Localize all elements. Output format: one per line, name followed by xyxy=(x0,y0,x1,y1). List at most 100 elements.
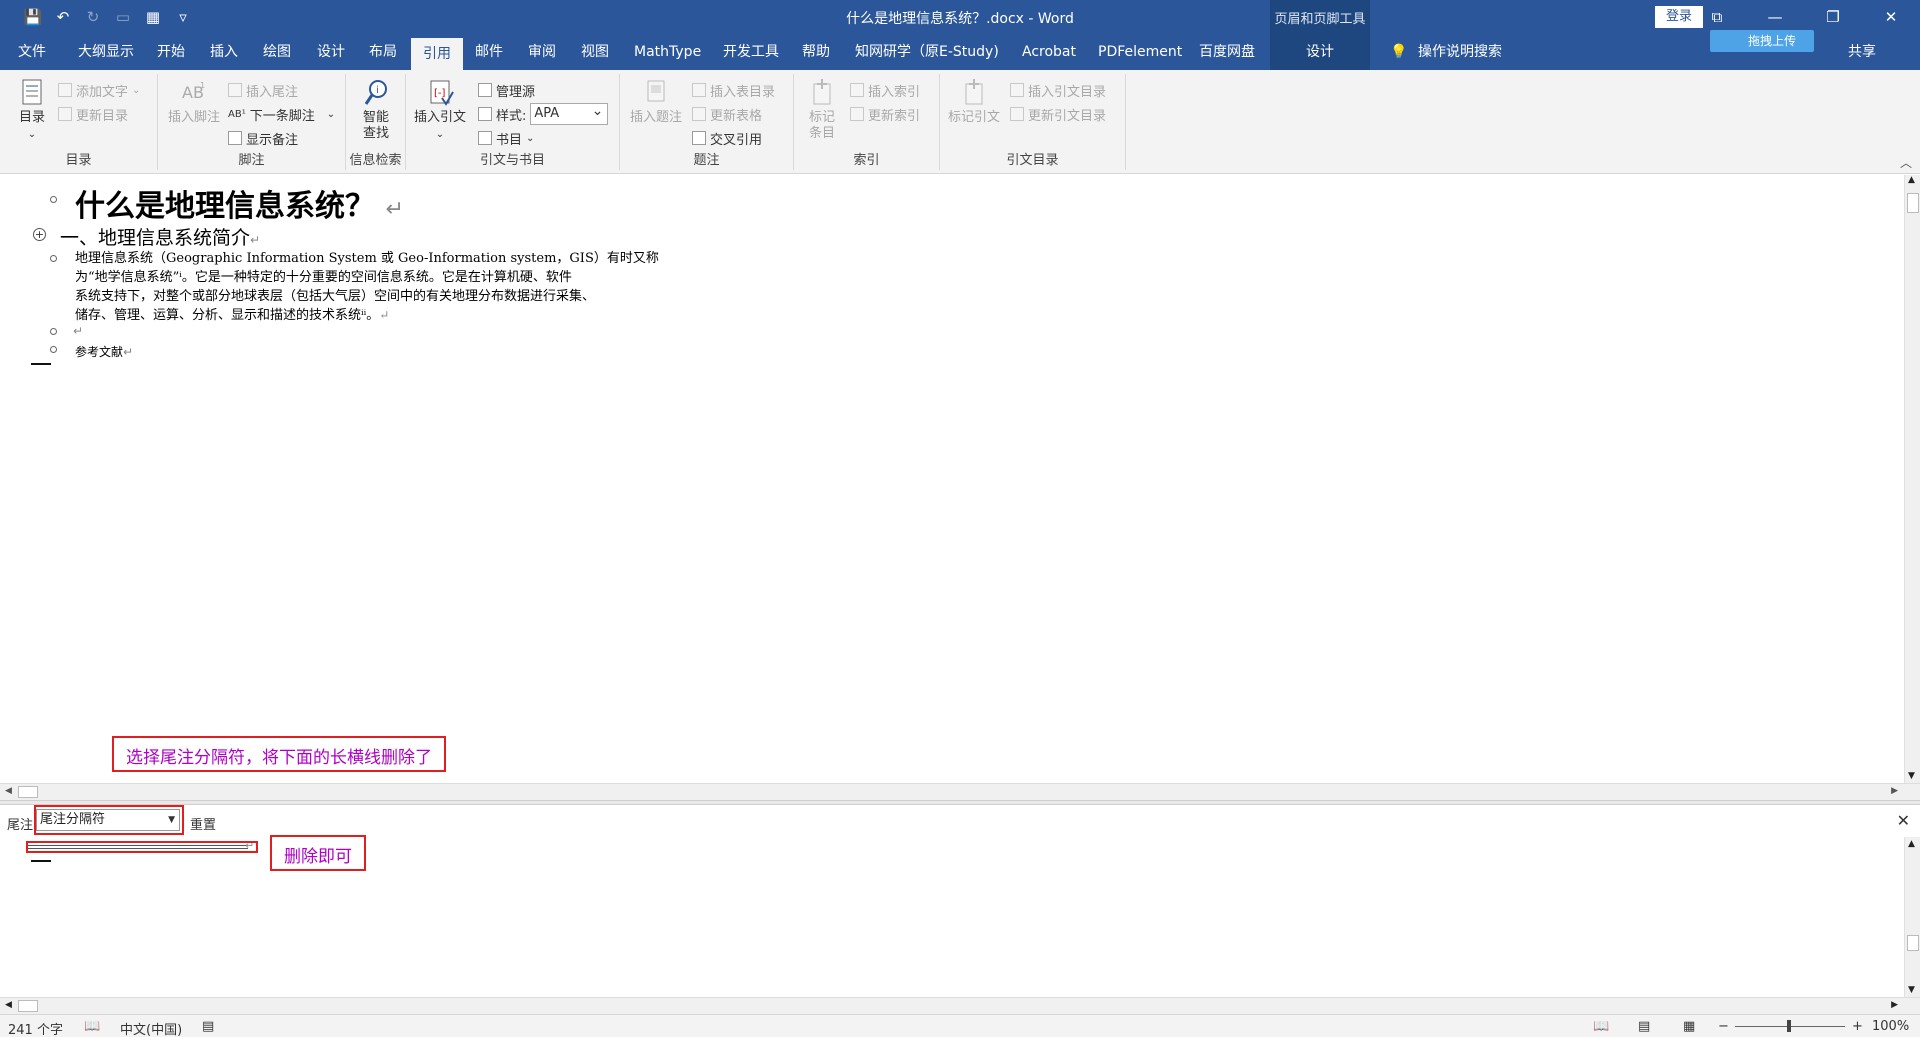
scroll-down-icon[interactable]: ▼ xyxy=(1908,771,1915,781)
group-table-of-authorities: 标记引文 插入引文目录 更新引文目录 引文目录 xyxy=(940,74,1126,170)
close-pane-button[interactable]: ✕ xyxy=(1897,811,1910,830)
insert-endnote-button[interactable]: 插入尾注 xyxy=(228,80,298,100)
group-toc: 目录 ⌄ 添加文字 ⌄ 更新目录 目录 xyxy=(0,74,158,170)
next-footnote-button[interactable]: AB¹ 下一条脚注 ⌄ xyxy=(228,104,335,124)
update-toa-button[interactable]: 更新引文目录 xyxy=(1010,104,1106,124)
tab-file[interactable]: 文件 xyxy=(18,34,46,70)
outline-bullet-icon xyxy=(50,255,57,262)
proofing-icon[interactable]: 📖 xyxy=(84,1019,100,1034)
scroll-right-icon[interactable]: ▶ xyxy=(1891,786,1898,796)
restore-button[interactable]: ❐ xyxy=(1804,0,1862,34)
reset-button[interactable]: 重置 xyxy=(190,814,216,833)
style-select[interactable]: APA xyxy=(530,101,609,125)
scroll-up-icon[interactable]: ▲ xyxy=(1908,839,1915,849)
tab-home[interactable]: 开始 xyxy=(157,34,185,70)
document-area[interactable]: 什么是地理信息系统？ ↵ + 一、地理信息系统简介↵ 地理信息系统（Geogra… xyxy=(0,175,1920,783)
tab-cnki[interactable]: 知网研学（原E-Study) xyxy=(855,34,999,70)
tab-baidu-netdisk[interactable]: 百度网盘 xyxy=(1199,34,1255,70)
document-vertical-scrollbar[interactable]: ▲ ▼ xyxy=(1904,175,1920,783)
tab-view[interactable]: 视图 xyxy=(581,34,609,70)
print-layout-icon[interactable]: ▤ xyxy=(1638,1019,1650,1034)
minimize-button[interactable]: — xyxy=(1746,0,1804,34)
scroll-thumb[interactable] xyxy=(18,1000,38,1012)
close-button[interactable]: ✕ xyxy=(1862,0,1920,34)
tab-design[interactable]: 设计 xyxy=(317,34,345,70)
share-button[interactable]: 共享 xyxy=(1848,34,1876,70)
cross-reference-icon xyxy=(692,131,706,145)
body-paragraph: 地理信息系统（Geographic Information System 或 G… xyxy=(75,251,659,323)
word-count[interactable]: 241 个字 xyxy=(8,1019,63,1037)
toc-button[interactable]: 目录 ⌄ xyxy=(12,78,52,143)
tab-help[interactable]: 帮助 xyxy=(802,34,830,70)
annotation-bottom: 删除即可 xyxy=(270,835,366,871)
tab-review[interactable]: 审阅 xyxy=(528,34,556,70)
tab-acrobat[interactable]: Acrobat xyxy=(1022,34,1076,70)
update-index-button[interactable]: 更新索引 xyxy=(850,104,920,124)
scroll-thumb[interactable] xyxy=(18,786,38,798)
show-notes-icon xyxy=(228,131,242,145)
outline-bullet-icon xyxy=(50,196,57,203)
tell-me-search[interactable]: 操作说明搜索 xyxy=(1418,34,1502,70)
macro-record-icon[interactable]: ▤ xyxy=(202,1019,214,1034)
manage-sources-button[interactable]: 管理源 xyxy=(478,80,535,100)
cross-reference-button[interactable]: 交叉引用 xyxy=(692,128,762,148)
scroll-down-icon[interactable]: ▼ xyxy=(1908,985,1915,995)
scroll-right-icon[interactable]: ▶ xyxy=(1891,1000,1898,1010)
svg-text:i: i xyxy=(376,85,379,96)
outline-expand-icon[interactable]: + xyxy=(33,228,46,241)
insert-caption-button[interactable]: 插入题注 xyxy=(630,78,682,126)
insert-footnote-button[interactable]: AB 1 插入脚注 xyxy=(166,78,222,126)
style-control: 样式: APA xyxy=(478,101,609,125)
scroll-left-icon[interactable]: ◀ xyxy=(5,786,12,796)
ribbon-tabs: 文件 大纲显示 开始 插入 绘图 设计 布局 引用 邮件 审阅 视图 MathT… xyxy=(0,30,1920,70)
group-label-toa: 引文目录 xyxy=(1006,153,1059,168)
mark-citation-button[interactable]: 标记引文 xyxy=(946,78,1002,126)
zoom-out-button[interactable]: − xyxy=(1718,1019,1729,1034)
tab-hf-design[interactable]: 设计 xyxy=(1306,34,1334,70)
tab-insert[interactable]: 插入 xyxy=(210,34,238,70)
update-toa-icon xyxy=(1010,107,1024,121)
mark-entry-button[interactable]: 标记 条目 xyxy=(802,78,842,142)
update-toc-button[interactable]: 更新目录 xyxy=(58,104,128,124)
tab-layout[interactable]: 布局 xyxy=(369,34,397,70)
tell-me-icon[interactable]: 💡 xyxy=(1390,34,1407,70)
ribbon-display-options-icon[interactable]: ⧉ xyxy=(1688,0,1746,34)
tab-mathtype[interactable]: MathType xyxy=(634,34,701,70)
tab-draw[interactable]: 绘图 xyxy=(263,34,291,70)
tab-outline[interactable]: 大纲显示 xyxy=(78,34,134,70)
pane-vertical-scrollbar[interactable]: ▲ ▼ xyxy=(1904,837,1920,997)
zoom-slider-thumb[interactable] xyxy=(1787,1020,1791,1032)
tab-developer[interactable]: 开发工具 xyxy=(723,34,779,70)
scroll-up-icon[interactable]: ▲ xyxy=(1908,175,1915,185)
scroll-thumb[interactable] xyxy=(1907,935,1919,951)
smart-lookup-button[interactable]: i 智能 查找 xyxy=(354,78,398,142)
endnote-pane-toolbar: 尾注 尾注分隔符 重置 ✕ xyxy=(0,805,1920,837)
scroll-thumb[interactable] xyxy=(1907,193,1919,213)
read-mode-icon[interactable]: 📖 xyxy=(1593,1019,1609,1034)
zoom-in-button[interactable]: + xyxy=(1852,1019,1863,1034)
add-text-button[interactable]: 添加文字 ⌄ xyxy=(58,80,140,100)
group-captions: 插入题注 插入表目录 更新表格 交叉引用 题注 xyxy=(620,74,794,170)
ribbon-references: 目录 ⌄ 添加文字 ⌄ 更新目录 目录 AB 1 插入脚注 插入尾注 AB¹ 下一条脚注… xyxy=(0,70,1920,174)
tab-references[interactable]: 引用 xyxy=(411,38,463,70)
bibliography-button[interactable]: 书目 ⌄ xyxy=(478,128,534,148)
tab-pdfelement[interactable]: PDFelement xyxy=(1098,34,1182,70)
document-horizontal-scrollbar[interactable]: ◀ ▶ xyxy=(0,783,1920,800)
insert-table-of-figures-button[interactable]: 插入表目录 xyxy=(692,80,775,100)
show-notes-button[interactable]: 显示备注 xyxy=(228,128,298,148)
update-table-button[interactable]: 更新表格 xyxy=(692,104,762,124)
collapse-ribbon-icon[interactable]: ︿ xyxy=(1900,154,1912,171)
baidu-upload-button[interactable]: 拖拽上传 xyxy=(1710,30,1814,52)
tab-mailings[interactable]: 邮件 xyxy=(475,34,503,70)
update-table-icon xyxy=(692,107,706,121)
pane-horizontal-scrollbar[interactable]: ◀ ▶ xyxy=(0,997,1920,1014)
insert-index-button[interactable]: 插入索引 xyxy=(850,80,920,100)
empty-paragraph-mark: ↵ xyxy=(73,324,84,338)
web-layout-icon[interactable]: ▦ xyxy=(1683,1019,1695,1034)
scroll-left-icon[interactable]: ◀ xyxy=(5,1000,12,1010)
language[interactable]: 中文(中国) xyxy=(120,1019,182,1037)
insert-citation-button[interactable]: [-] 插入引文 ⌄ xyxy=(412,78,468,143)
insert-toa-button[interactable]: 插入引文目录 xyxy=(1010,80,1106,100)
group-label-index: 索引 xyxy=(853,153,880,168)
zoom-level[interactable]: 100% xyxy=(1872,1019,1909,1034)
